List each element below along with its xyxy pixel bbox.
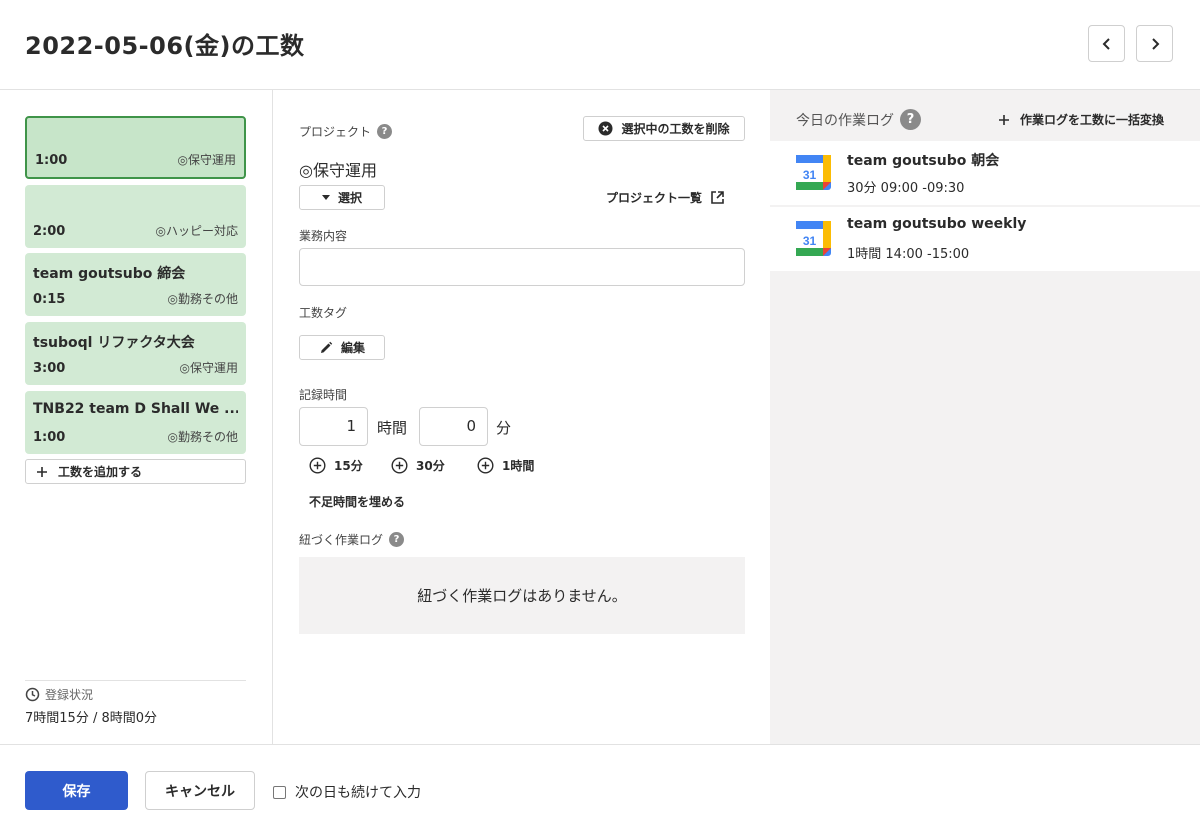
time-label: 記録時間	[299, 388, 348, 402]
entry-form: プロジェクト ? 選択中の工数を削除 ◎保守運用 選択 プロジェクト一覧 業務内…	[273, 90, 770, 744]
registration-status: 登録状況	[25, 686, 93, 703]
checkbox[interactable]	[273, 785, 286, 799]
delete-entry-button[interactable]: 選択中の工数を削除	[583, 116, 745, 141]
worklog-item-time: 1時間 14:00 -15:00	[847, 247, 970, 262]
prev-day-button[interactable]	[1088, 25, 1125, 62]
tag-field-label: 工数タグ	[299, 304, 347, 321]
minutes-input[interactable]: 0	[419, 407, 488, 446]
calendar-day-text: 31	[803, 168, 817, 182]
entry-time: 1:00	[35, 153, 68, 168]
worklog-item-time: 30分 09:00 -09:30	[847, 181, 965, 196]
project-select-button[interactable]: 選択	[299, 185, 385, 210]
add-15min-button[interactable]: 15分	[309, 457, 363, 474]
caret-down-icon	[321, 194, 330, 200]
delete-label: 選択中の工数を削除	[621, 122, 730, 136]
pencil-icon	[320, 341, 333, 353]
bulk-convert-button[interactable]: 作業ログを工数に一括変換	[998, 111, 1164, 128]
plus-circle-icon	[391, 457, 408, 474]
project-list-label: プロジェクト一覧	[606, 191, 703, 205]
entry-time: 0:15	[33, 292, 66, 307]
entry-title: team goutsubo 締会	[33, 266, 186, 282]
add-1hour-label: 1時間	[502, 459, 535, 473]
help-icon[interactable]: ?	[389, 532, 405, 547]
status-value: 7時間15分 / 8時間0分	[25, 711, 157, 726]
task-field-label: 業務内容	[299, 227, 347, 244]
linked-label: 紐づく作業ログ	[299, 533, 384, 547]
google-calendar-icon: 31	[796, 221, 831, 256]
google-calendar-icon: 31	[796, 155, 831, 190]
worklog-item-title: team goutsubo weekly	[847, 216, 1027, 232]
entry-title: TNB22 team D Shall We ...	[33, 401, 238, 417]
cancel-button[interactable]: キャンセル	[145, 771, 255, 810]
plus-circle-icon	[477, 457, 494, 474]
page-title: 2022-05-06(金)の工数	[25, 32, 305, 60]
hours-input[interactable]: 1	[299, 407, 368, 446]
entry-card[interactable]: TNB22 team D Shall We ... 1:00 ◎勤務その他	[25, 391, 246, 454]
add-entry-label: 工数を追加する	[58, 465, 143, 479]
entry-card-selected[interactable]: 1:00 ◎保守運用	[25, 116, 246, 179]
chevron-right-icon	[1151, 37, 1159, 50]
calendar-day-text: 31	[803, 234, 817, 248]
project-field-label: プロジェクト ?	[299, 123, 393, 140]
entry-card[interactable]: 2:00 ◎ハッピー対応	[25, 185, 246, 248]
footer: 保存 キャンセル 次の日も続けて入力	[0, 744, 1200, 833]
bulk-convert-label: 作業ログを工数に一括変換	[1019, 113, 1164, 127]
minutes-unit: 分	[496, 419, 512, 437]
plus-icon	[998, 114, 1009, 125]
project-label: プロジェクト	[299, 125, 372, 139]
project-list-link[interactable]: プロジェクト一覧	[606, 189, 725, 206]
entry-project: ◎勤務その他	[167, 430, 238, 444]
chevron-left-icon	[1102, 37, 1110, 50]
worklog-item[interactable]: 31 team goutsubo 朝会 30分 09:00 -09:30	[770, 141, 1200, 205]
time-field-label: 記録時間	[299, 386, 347, 403]
linked-log-empty: 紐づく作業ログはありません。	[299, 557, 745, 634]
help-icon[interactable]: ?	[377, 124, 393, 139]
select-label: 選択	[337, 191, 362, 205]
entry-time: 1:00	[33, 430, 66, 445]
external-link-icon	[711, 191, 724, 204]
add-15min-label: 15分	[334, 459, 363, 473]
entry-card[interactable]: team goutsubo 締会 0:15 ◎勤務その他	[25, 253, 246, 316]
divider	[25, 680, 246, 681]
entry-project: ◎勤務その他	[167, 292, 238, 306]
add-30min-button[interactable]: 30分	[391, 457, 445, 474]
hours-unit: 時間	[377, 419, 408, 437]
worklog-title-text: 今日の作業ログ	[796, 112, 894, 129]
entry-list-panel: 1:00 ◎保守運用 2:00 ◎ハッピー対応 team goutsubo 締会…	[0, 90, 273, 744]
worklog-panel: 今日の作業ログ ? 作業ログを工数に一括変換 31 team goutsubo …	[770, 90, 1200, 744]
task-label: 業務内容	[299, 229, 348, 243]
add-30min-label: 30分	[416, 459, 445, 473]
add-1hour-button[interactable]: 1時間	[477, 457, 534, 474]
task-input[interactable]	[299, 248, 745, 286]
worklog-item-title: team goutsubo 朝会	[847, 153, 1000, 169]
entry-project: ◎保守運用	[177, 153, 236, 167]
worklog-title: 今日の作業ログ ?	[796, 109, 921, 130]
continue-next-day-checkbox[interactable]: 次の日も続けて入力	[273, 782, 421, 802]
next-day-button[interactable]	[1136, 25, 1173, 62]
linked-empty-text: 紐づく作業ログはありません。	[417, 587, 627, 605]
entry-card[interactable]: tsuboql リファクタ大会 3:00 ◎保守運用	[25, 322, 246, 385]
clock-icon	[25, 687, 40, 702]
edit-label: 編集	[340, 341, 365, 355]
entry-project: ◎ハッピー対応	[155, 224, 238, 238]
entry-time: 2:00	[33, 224, 66, 239]
edit-tags-button[interactable]: 編集	[299, 335, 385, 360]
worklog-item[interactable]: 31 team goutsubo weekly 1時間 14:00 -15:00	[770, 207, 1200, 271]
header: 2022-05-06(金)の工数	[0, 0, 1200, 90]
selected-project: ◎保守運用	[299, 161, 377, 180]
entry-time: 3:00	[33, 361, 66, 376]
entry-project: ◎保守運用	[179, 361, 238, 375]
continue-label: 次の日も続けて入力	[295, 785, 421, 801]
tag-label: 工数タグ	[299, 306, 348, 320]
linked-log-field-label: 紐づく作業ログ ?	[299, 531, 405, 548]
plus-circle-icon	[309, 457, 326, 474]
add-entry-button[interactable]: 工数を追加する	[25, 459, 246, 484]
entry-title: tsuboql リファクタ大会	[33, 335, 195, 351]
status-label: 登録状況	[45, 688, 94, 702]
save-button[interactable]: 保存	[25, 771, 128, 810]
fill-remaining-button[interactable]: 不足時間を埋める	[309, 493, 405, 510]
help-icon[interactable]: ?	[900, 109, 921, 130]
close-circle-icon	[598, 121, 613, 136]
plus-icon	[37, 466, 47, 477]
